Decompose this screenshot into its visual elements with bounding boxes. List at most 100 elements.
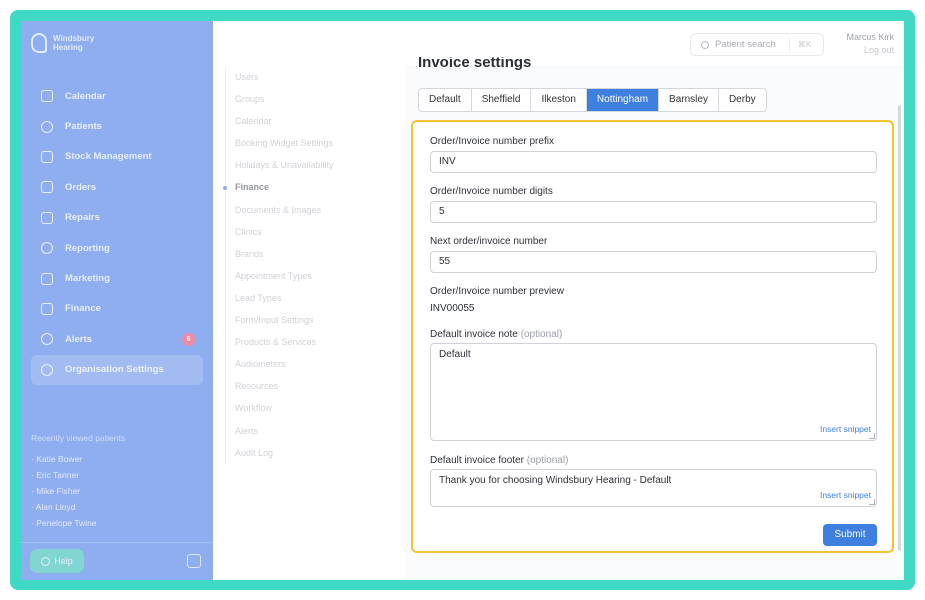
nav-item-repairs[interactable]: Repairs (31, 203, 203, 233)
subnav-item[interactable]: Booking Widget Settings (226, 132, 375, 154)
chart-icon (41, 242, 53, 255)
user-menu: Marcus Kirk Log out (846, 31, 894, 57)
nav-label: Reporting (65, 242, 110, 254)
sidebar: Windsbury Hearing Calendar Patients Stoc… (21, 21, 213, 580)
stock-icon (41, 150, 53, 163)
subnav-item[interactable]: Holidays & Unavailability (226, 154, 375, 176)
wrench-icon (41, 211, 53, 224)
logout-link[interactable]: Log out (846, 44, 894, 57)
main-scrollbar[interactable] (898, 105, 901, 551)
location-tabs: Default Sheffield Ilkeston Nottingham Ba… (418, 88, 767, 112)
recent-patient-link[interactable]: · Alan Lloyd (31, 499, 203, 515)
prefix-input[interactable]: INV (430, 151, 877, 173)
nav-label: Patients (65, 121, 102, 133)
page-title: Invoice settings (418, 57, 532, 71)
bell-icon (41, 333, 53, 346)
collapse-sidebar-icon[interactable] (187, 554, 201, 568)
patient-search-input[interactable]: Patient search ⌘K (690, 33, 824, 56)
subnav-item[interactable]: Appointment Types (226, 265, 375, 287)
subnav-item[interactable]: Clinics (226, 221, 375, 243)
nav-item-calendar[interactable]: Calendar (31, 81, 203, 111)
calendar-icon (41, 90, 53, 103)
nav-item-orders[interactable]: Orders (31, 172, 203, 202)
search-icon (701, 40, 709, 49)
next-number-input[interactable]: 55 (430, 251, 877, 273)
tab-barnsley[interactable]: Barnsley (659, 89, 719, 111)
nav-label: Calendar (65, 90, 106, 102)
footer-text: Thank you for choosing Windsbury Hearing… (439, 475, 672, 486)
logo[interactable]: Windsbury Hearing (31, 33, 113, 53)
tab-ilkeston[interactable]: Ilkeston (531, 89, 587, 111)
digits-input[interactable]: 5 (430, 201, 877, 223)
subnav-item[interactable]: Calendar (226, 110, 375, 132)
mail-icon (41, 272, 53, 285)
preview-value: INV00055 (430, 303, 475, 314)
prefix-label: Order/Invoice number prefix (430, 136, 554, 147)
invoice-footer-textarea[interactable]: Thank you for choosing Windsbury Hearing… (430, 469, 877, 507)
nav-label: Organisation Settings (65, 364, 164, 376)
subnav-item-finance[interactable]: Finance (223, 176, 375, 198)
footer-label: Default invoice footer (optional) (430, 455, 569, 466)
subnav-item[interactable]: Lead Types (226, 287, 375, 309)
patients-icon (41, 120, 53, 133)
submit-button[interactable]: Submit (823, 524, 877, 546)
recent-patients-title: Recently viewed patients (31, 433, 126, 443)
note-text: Default (439, 349, 471, 360)
nav-label: Marketing (65, 273, 110, 285)
insert-snippet-link[interactable]: Insert snippet (820, 424, 871, 434)
nav-item-marketing[interactable]: Marketing (31, 263, 203, 293)
app-window: Windsbury Hearing Calendar Patients Stoc… (21, 21, 904, 580)
settings-subnav: Users Groups Calendar Booking Widget Set… (223, 66, 375, 464)
invoice-note-textarea[interactable]: Default Insert snippet (430, 343, 877, 441)
brand-name: Windsbury Hearing (53, 34, 95, 52)
nav-item-patients[interactable]: Patients (31, 111, 203, 141)
recent-patient-link[interactable]: · Eric Tanner (31, 467, 203, 483)
help-button[interactable]: Help (30, 549, 84, 573)
nav-label: Stock Management (65, 151, 152, 163)
tab-nottingham[interactable]: Nottingham (586, 89, 660, 111)
subnav-item[interactable]: Form/Input Settings (226, 309, 375, 331)
nav-item-stock-management[interactable]: Stock Management (31, 142, 203, 172)
alerts-count-badge: 6 (182, 333, 195, 347)
tab-derby[interactable]: Derby (719, 89, 766, 111)
recent-patient-link[interactable]: · Penelope Twine (31, 515, 203, 531)
ear-logo-icon (31, 33, 47, 53)
nav-item-reporting[interactable]: Reporting (31, 233, 203, 263)
nav-label: Alerts (65, 333, 92, 345)
subnav-item[interactable]: Audit Log (226, 442, 375, 464)
subnav-item[interactable]: Documents & Images (226, 199, 375, 221)
note-label: Default invoice note (optional) (430, 329, 563, 340)
insert-snippet-link[interactable]: Insert snippet (820, 490, 871, 500)
recent-patients: Recently viewed patients · Katie Bower ·… (31, 433, 203, 531)
next-number-label: Next order/invoice number (430, 236, 548, 247)
nav-item-organisation-settings[interactable]: Organisation Settings (31, 354, 203, 385)
subnav-item[interactable]: Users (226, 66, 375, 88)
subnav-item[interactable]: Brands (226, 243, 375, 265)
recent-patient-link[interactable]: · Mike Fisher (31, 483, 203, 499)
nav-label: Repairs (65, 212, 100, 224)
resize-handle[interactable] (869, 433, 875, 439)
subnav-item[interactable]: Alerts (226, 420, 375, 442)
tab-sheffield[interactable]: Sheffield (472, 89, 532, 111)
sticky-header-backdrop (405, 21, 685, 57)
sidebar-footer: Help (21, 542, 213, 580)
subnav-item[interactable]: Workflow (226, 397, 375, 419)
nav-item-finance[interactable]: Finance (31, 294, 203, 324)
subnav-item[interactable]: Products & Services (226, 331, 375, 353)
subnav-item[interactable]: Resources (226, 375, 375, 397)
gear-icon (41, 363, 53, 376)
optional-hint: (optional) (520, 329, 563, 340)
subnav-item[interactable]: Audiometers (226, 353, 375, 375)
nav-label: Orders (65, 181, 97, 193)
orders-icon (41, 181, 53, 194)
tab-default[interactable]: Default (419, 89, 472, 111)
card-icon (41, 302, 53, 315)
subnav-item[interactable]: Groups (226, 88, 375, 110)
digits-label: Order/Invoice number digits (430, 186, 553, 197)
search-shortcut: ⌘K (789, 37, 819, 52)
user-name: Marcus Kirk (846, 32, 894, 42)
resize-handle[interactable] (869, 499, 875, 505)
nav-item-alerts[interactable]: Alerts 6 (31, 324, 203, 354)
invoice-settings-form: Order/Invoice number prefix INV Order/In… (411, 120, 894, 553)
recent-patient-link[interactable]: · Katie Bower (31, 451, 203, 467)
